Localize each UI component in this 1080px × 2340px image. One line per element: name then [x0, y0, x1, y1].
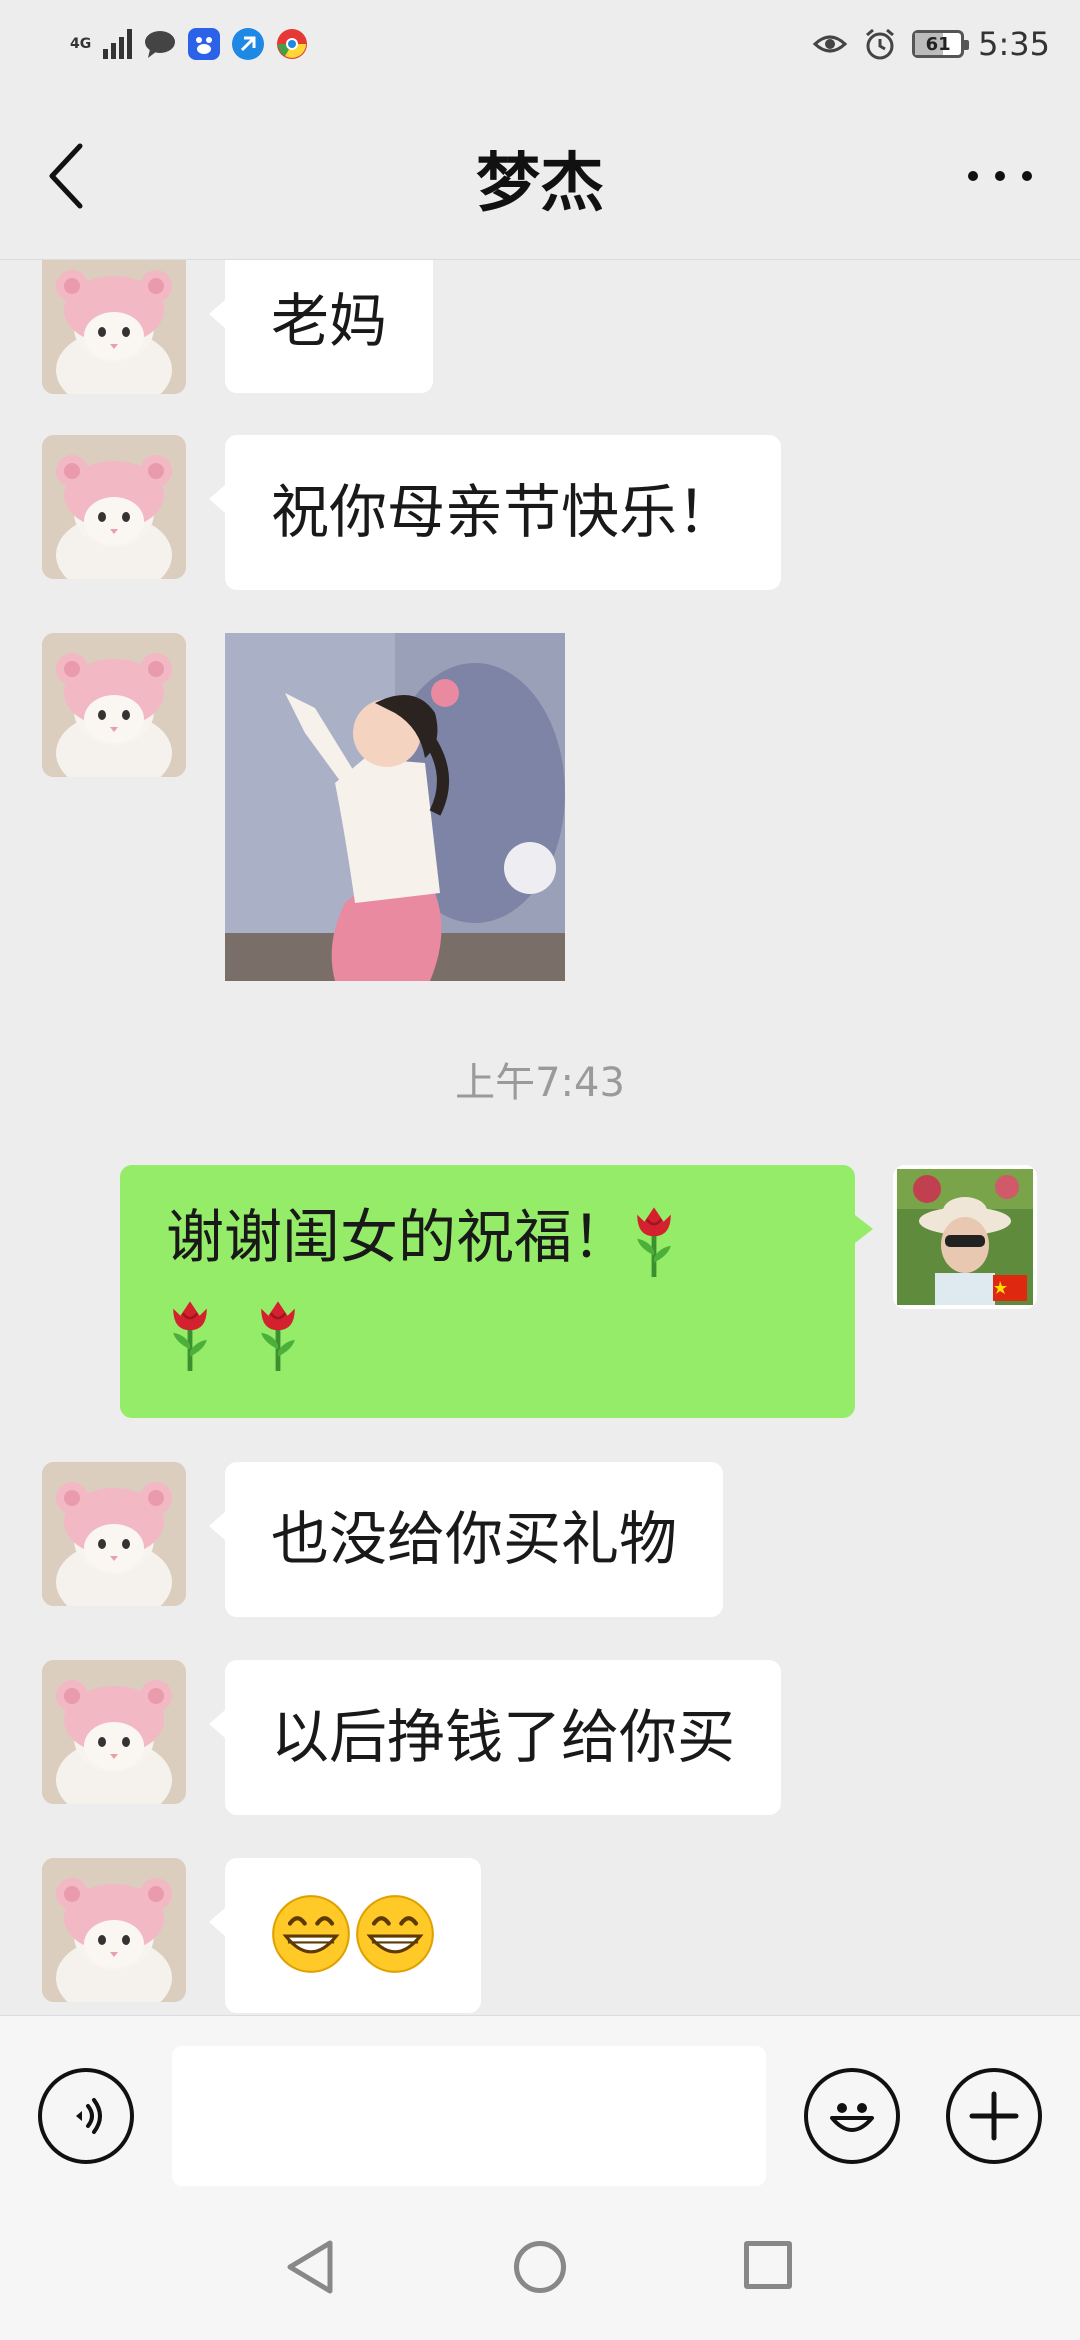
my-avatar[interactable]: [893, 1165, 1037, 1309]
rose-icon: [254, 1296, 302, 1374]
input-bar: [0, 2015, 1080, 2195]
status-bar: 4G 61 5:35: [0, 0, 1080, 88]
message-bubble-outgoing[interactable]: 谢谢闺女的祝福！: [120, 1165, 873, 1418]
plus-icon: [969, 2091, 1019, 2141]
voice-icon: [76, 2098, 102, 2134]
message-list[interactable]: 老妈 祝你母亲节快乐！ 上午7:43 谢谢闺女的祝福！ 也没给你买礼物 以后挣钱…: [0, 260, 1080, 2015]
grin-emoji-icon: [269, 1892, 353, 1976]
rose-icon: [166, 1296, 214, 1374]
more-options-button[interactable]: [960, 148, 1040, 204]
eye-icon: [812, 35, 848, 53]
network-type: 4G: [70, 36, 92, 52]
chat-screen: 4G 61 5:35 梦杰 老妈 祝你母亲节快乐！ 上午7:43 谢谢闺女的祝福…: [0, 0, 1080, 2340]
rose-icon: [630, 1202, 678, 1280]
timestamp: 上午7:43: [455, 1060, 625, 1106]
message-bubble[interactable]: [209, 1858, 481, 2013]
battery-icon: 61: [912, 30, 970, 58]
chevron-left-icon: [49, 143, 83, 209]
message-bubble-icon: [144, 28, 176, 60]
nav-home-icon[interactable]: [514, 2241, 566, 2293]
signal-icon: [103, 29, 133, 59]
plus-button[interactable]: [946, 2068, 1042, 2164]
message-bubble[interactable]: 也没给你买礼物: [208, 1462, 724, 1617]
contact-avatar[interactable]: [42, 260, 186, 394]
contact-avatar[interactable]: [42, 1660, 186, 1804]
message-input[interactable]: [172, 2046, 766, 2186]
status-time: 5:35: [978, 25, 1050, 63]
contact-avatar[interactable]: [42, 1858, 186, 2002]
baidu-icon: [188, 28, 221, 60]
nav-recent-icon[interactable]: [744, 2241, 792, 2289]
voice-button[interactable]: [38, 2068, 134, 2164]
browser-icon: [232, 28, 265, 60]
battery-level: 61: [925, 33, 951, 55]
contact-avatar[interactable]: [42, 633, 186, 777]
photo-message[interactable]: [225, 633, 565, 981]
status-left-icons: 4G: [70, 22, 308, 66]
emoji-button[interactable]: [804, 2068, 900, 2164]
photo-thumbnail: [225, 633, 565, 981]
alarm-icon: [866, 28, 895, 60]
back-button[interactable]: [40, 140, 104, 212]
system-navigation-bar: [0, 2195, 1080, 2340]
status-right-icons: 61 5:35: [812, 20, 1050, 68]
message-bubble[interactable]: 以后挣钱了给你买: [208, 1660, 782, 1815]
chrome-icon: [276, 28, 308, 60]
contact-avatar[interactable]: [42, 1462, 186, 1606]
emoji-face-icon: [830, 2103, 874, 2132]
chat-title: 梦杰: [476, 147, 604, 221]
message-bubble[interactable]: 老妈: [208, 260, 434, 393]
more-dots-icon: [968, 171, 978, 181]
contact-avatar[interactable]: [42, 435, 186, 579]
chat-header: 梦杰: [0, 88, 1080, 260]
message-bubble[interactable]: 祝你母亲节快乐！: [208, 435, 782, 590]
nav-back-icon[interactable]: [284, 2239, 336, 2295]
user-photo: [897, 1169, 1033, 1305]
grin-emoji-icon: [353, 1892, 437, 1976]
message-text: 谢谢闺女的祝福！: [166, 1203, 631, 1271]
